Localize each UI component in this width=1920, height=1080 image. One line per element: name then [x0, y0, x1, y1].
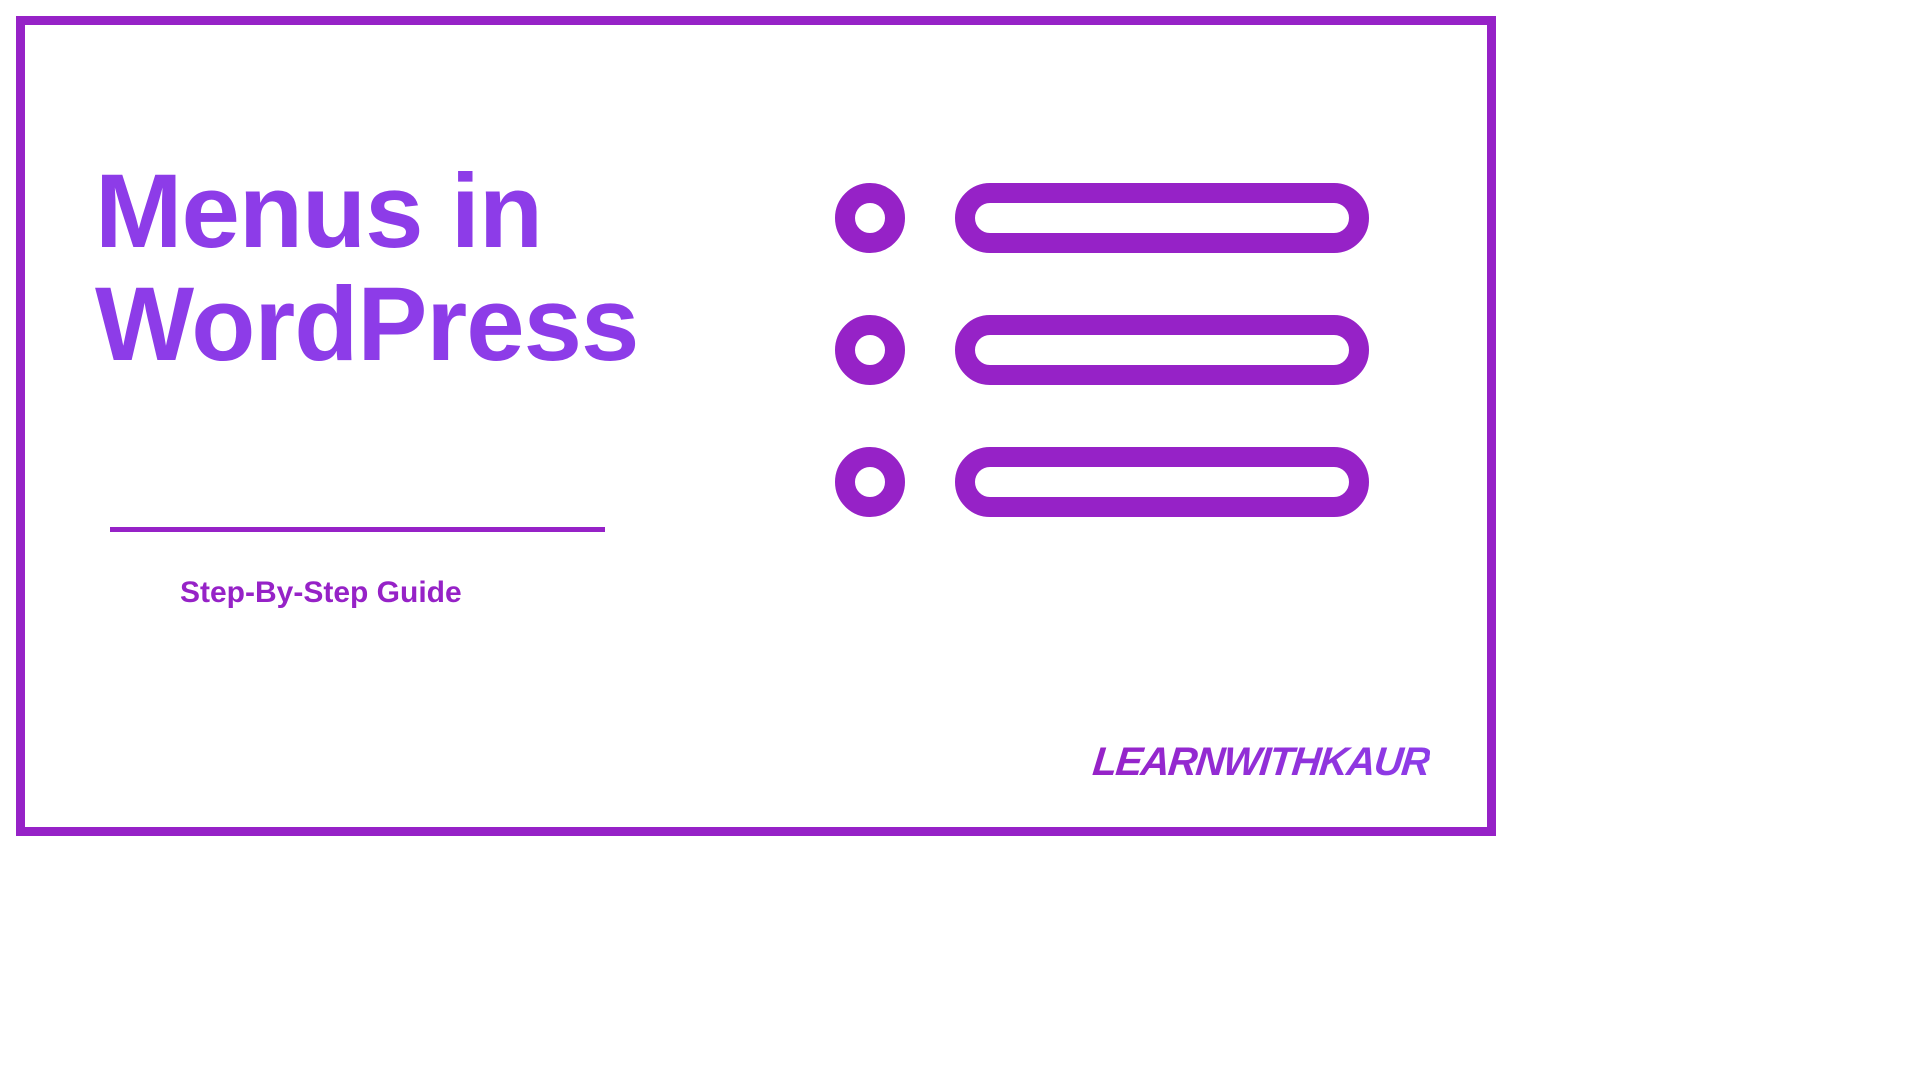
line-icon: [955, 315, 1369, 385]
title-divider: [110, 527, 605, 532]
line-icon: [955, 447, 1369, 517]
bullet-icon: [835, 315, 905, 385]
line-icon: [955, 183, 1369, 253]
brand-logo: LEARNWITHKAUR: [1091, 740, 1432, 785]
menu-row: [835, 183, 1380, 253]
subtitle-text: Step-By-Step Guide: [180, 576, 462, 610]
banner-frame: Menus inWordPress Step-By-Step Guide LEA…: [16, 16, 1496, 836]
page-title: Menus inWordPress: [95, 155, 638, 382]
menu-list-icon: [835, 183, 1380, 578]
bullet-icon: [835, 447, 905, 517]
menu-row: [835, 447, 1380, 517]
bullet-icon: [835, 183, 905, 253]
menu-row: [835, 315, 1380, 385]
